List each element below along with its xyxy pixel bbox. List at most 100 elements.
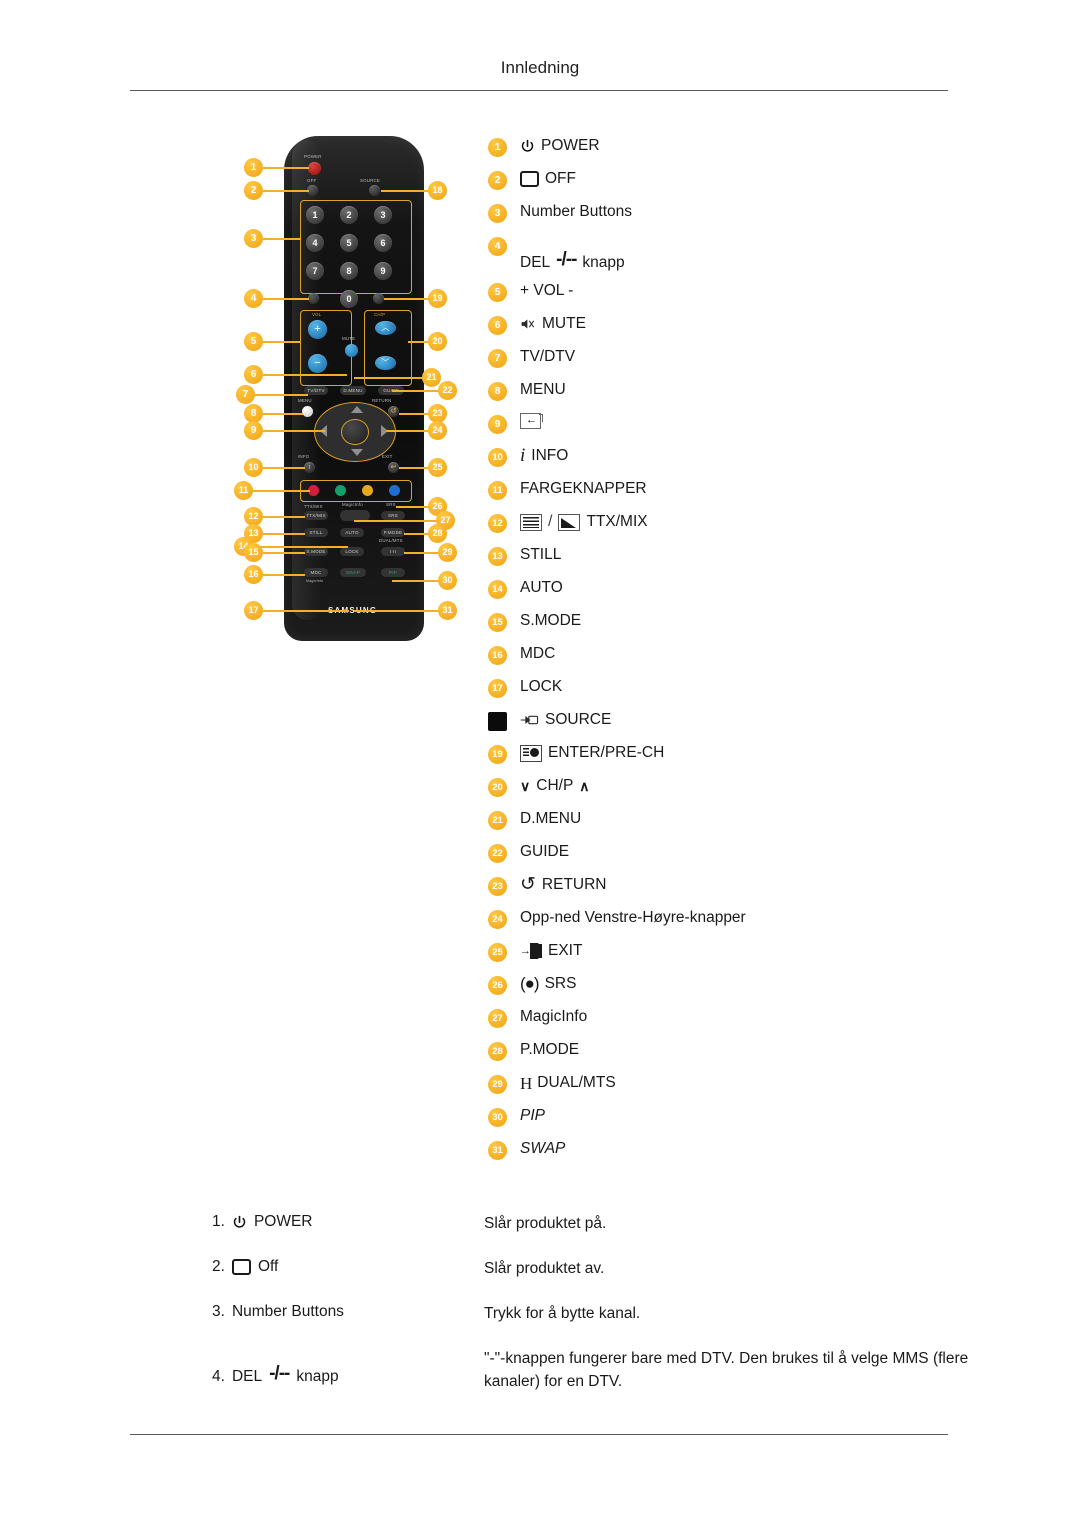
list-item-body: → EXIT: [520, 941, 582, 961]
remote-exit-button[interactable]: ↩: [388, 462, 399, 473]
remote-ch-up-button[interactable]: ︿: [375, 321, 396, 335]
remote-dualmts-button[interactable]: I·II: [381, 547, 405, 556]
remote-label-power: POWER: [304, 154, 322, 159]
list-badge: 27: [488, 1009, 507, 1028]
list-item: 2 OFF: [488, 169, 958, 202]
remote-key-5[interactable]: 5: [340, 234, 358, 252]
remote-vol-down-button[interactable]: −: [308, 354, 327, 373]
list-item-body: S.MODE: [520, 611, 581, 631]
description-text: Slår produktet på.: [484, 1215, 607, 1232]
list-badge: 10: [488, 448, 507, 467]
list-badge: 28: [488, 1042, 507, 1061]
dpad-down-icon[interactable]: [351, 449, 363, 456]
remote-swap-button[interactable]: SWAP: [340, 568, 366, 577]
remote-color-green-button[interactable]: [335, 485, 346, 496]
list-item-body: Opp-ned Venstre-Høyre-knapper: [520, 908, 746, 928]
remote-pmode-button[interactable]: P.MODE: [381, 528, 405, 537]
list-item-body: MagicInfo: [520, 1007, 587, 1027]
list-item-body: AUTO: [520, 578, 563, 598]
remote-auto-button[interactable]: AUTO: [340, 528, 364, 537]
callout-4: 4: [244, 289, 263, 308]
remote-source-button[interactable]: [369, 185, 380, 196]
remote-power-button[interactable]: [308, 162, 321, 175]
remote-mute-button[interactable]: [345, 344, 358, 357]
list-item-label: SRS: [544, 975, 577, 992]
remote-del-button[interactable]: [308, 293, 319, 304]
remote-still-button[interactable]: STILL: [304, 528, 328, 537]
remote-key-4[interactable]: 4: [306, 234, 324, 252]
list-item: 29 H DUAL/MTS: [488, 1073, 958, 1106]
remote-key-2[interactable]: 2: [340, 206, 358, 224]
remote-color-blue-button[interactable]: [389, 485, 400, 496]
button-legend-list: 1 POWER 2 OFF 3 Number Buttons 4 DEL -/-…: [488, 136, 958, 1172]
remote-ch-down-button[interactable]: ﹀: [375, 356, 396, 370]
callout-15: 15: [244, 543, 263, 562]
leader-11: [252, 490, 310, 492]
enter-prech-icon: [520, 744, 542, 762]
list-item: 10 i INFO: [488, 446, 958, 479]
remote-info-button[interactable]: i: [304, 462, 315, 473]
remote-menu-button[interactable]: [302, 406, 313, 417]
callout-28: 28: [428, 524, 447, 543]
remote-key-6[interactable]: 6: [374, 234, 392, 252]
remote-color-yellow-button[interactable]: [362, 485, 373, 496]
description-number: 3.: [212, 1303, 225, 1320]
remote-vol-up-button[interactable]: +: [308, 320, 327, 339]
remote-key-7[interactable]: 7: [306, 262, 324, 280]
list-item-body: MENU: [520, 380, 566, 400]
list-badge: 6: [488, 316, 507, 335]
list-item: 19 ENTER/PRE-CH: [488, 743, 958, 776]
list-item-body: D.MENU: [520, 809, 581, 829]
remote-dpad[interactable]: [314, 402, 396, 462]
callout-29: 29: [438, 543, 457, 562]
list-item: 16 MDC: [488, 644, 958, 677]
remote-ttxmix-button[interactable]: TTX/MIX: [304, 511, 328, 520]
list-item-label: TV/DTV: [520, 348, 576, 365]
callout-7: 7: [236, 385, 255, 404]
remote-key-1[interactable]: 1: [306, 206, 324, 224]
list-item-body: ←: [520, 413, 544, 429]
list-item: 5 + VOL -: [488, 281, 958, 314]
list-item-body: SOURCE: [520, 710, 611, 730]
callout-22: 22: [438, 381, 457, 400]
button-description-table: 1. POWER Slår produktet på. 2. Off Slår …: [212, 1212, 972, 1415]
list-badge: 18: [488, 712, 507, 731]
leader-15: [263, 552, 305, 554]
remote-enter-prech-button[interactable]: [373, 293, 384, 304]
list-item: 7 TV/DTV: [488, 347, 958, 380]
callout-5: 5: [244, 332, 263, 351]
list-item-body: + VOL -: [520, 281, 573, 301]
remote-key-3[interactable]: 3: [374, 206, 392, 224]
remote-smode-button[interactable]: S.MODE: [304, 547, 328, 556]
leader-8: [263, 413, 303, 415]
remote-enter-center-button[interactable]: [341, 419, 369, 445]
list-item: 21 D.MENU: [488, 809, 958, 842]
remote-srs-button[interactable]: SRS: [381, 511, 405, 520]
list-badge: 7: [488, 349, 507, 368]
power-icon: [232, 1215, 247, 1230]
remote-key-8[interactable]: 8: [340, 262, 358, 280]
remote-label-ttxmix-small: TTX/MIX: [304, 504, 323, 509]
remote-control-figure: POWER OFF SOURCE 1 2 3 4 5 6 7 8 9 0 VOL…: [234, 128, 476, 648]
list-item-body: STILL: [520, 545, 561, 565]
remote-label-exit: EXIT: [382, 454, 393, 459]
remote-key-9[interactable]: 9: [374, 262, 392, 280]
remote-pip-button[interactable]: PIP: [381, 568, 405, 577]
callout-6: 6: [244, 365, 263, 384]
remote-key-0[interactable]: 0: [340, 290, 358, 308]
leader-2: [263, 190, 309, 192]
remote-label-mdc-sub: MagicInfo: [306, 579, 324, 583]
callout-11: 11: [234, 481, 253, 500]
leader-16: [263, 574, 305, 576]
off-box-icon: [231, 1259, 251, 1275]
list-item-body: i INFO: [520, 446, 568, 466]
remote-dmenu-button[interactable]: D.MENU: [340, 386, 366, 395]
mute-icon: [520, 317, 536, 331]
list-item-body: MDC: [520, 644, 555, 664]
dpad-up-icon[interactable]: [351, 406, 363, 413]
remote-mdc-button[interactable]: MDC: [304, 568, 328, 577]
mix-icon: [558, 513, 581, 531]
callout-19: 19: [428, 289, 447, 308]
remote-label-magicinfo: MagicInfo: [342, 502, 363, 507]
remote-lock-button[interactable]: LOCK: [340, 547, 364, 556]
